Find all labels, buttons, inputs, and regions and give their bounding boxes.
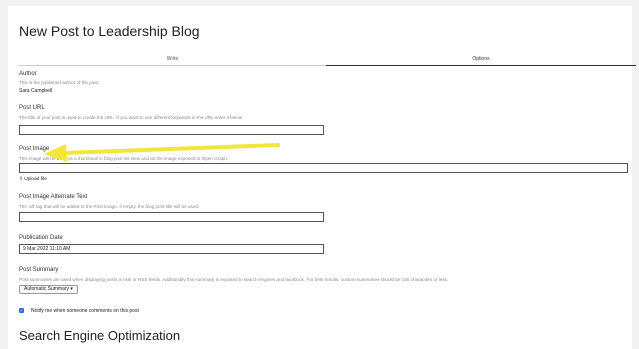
annotation-arrow-shaft [62,143,280,155]
annotation-arrow [44,143,280,162]
annotation-arrow-head [44,144,67,162]
